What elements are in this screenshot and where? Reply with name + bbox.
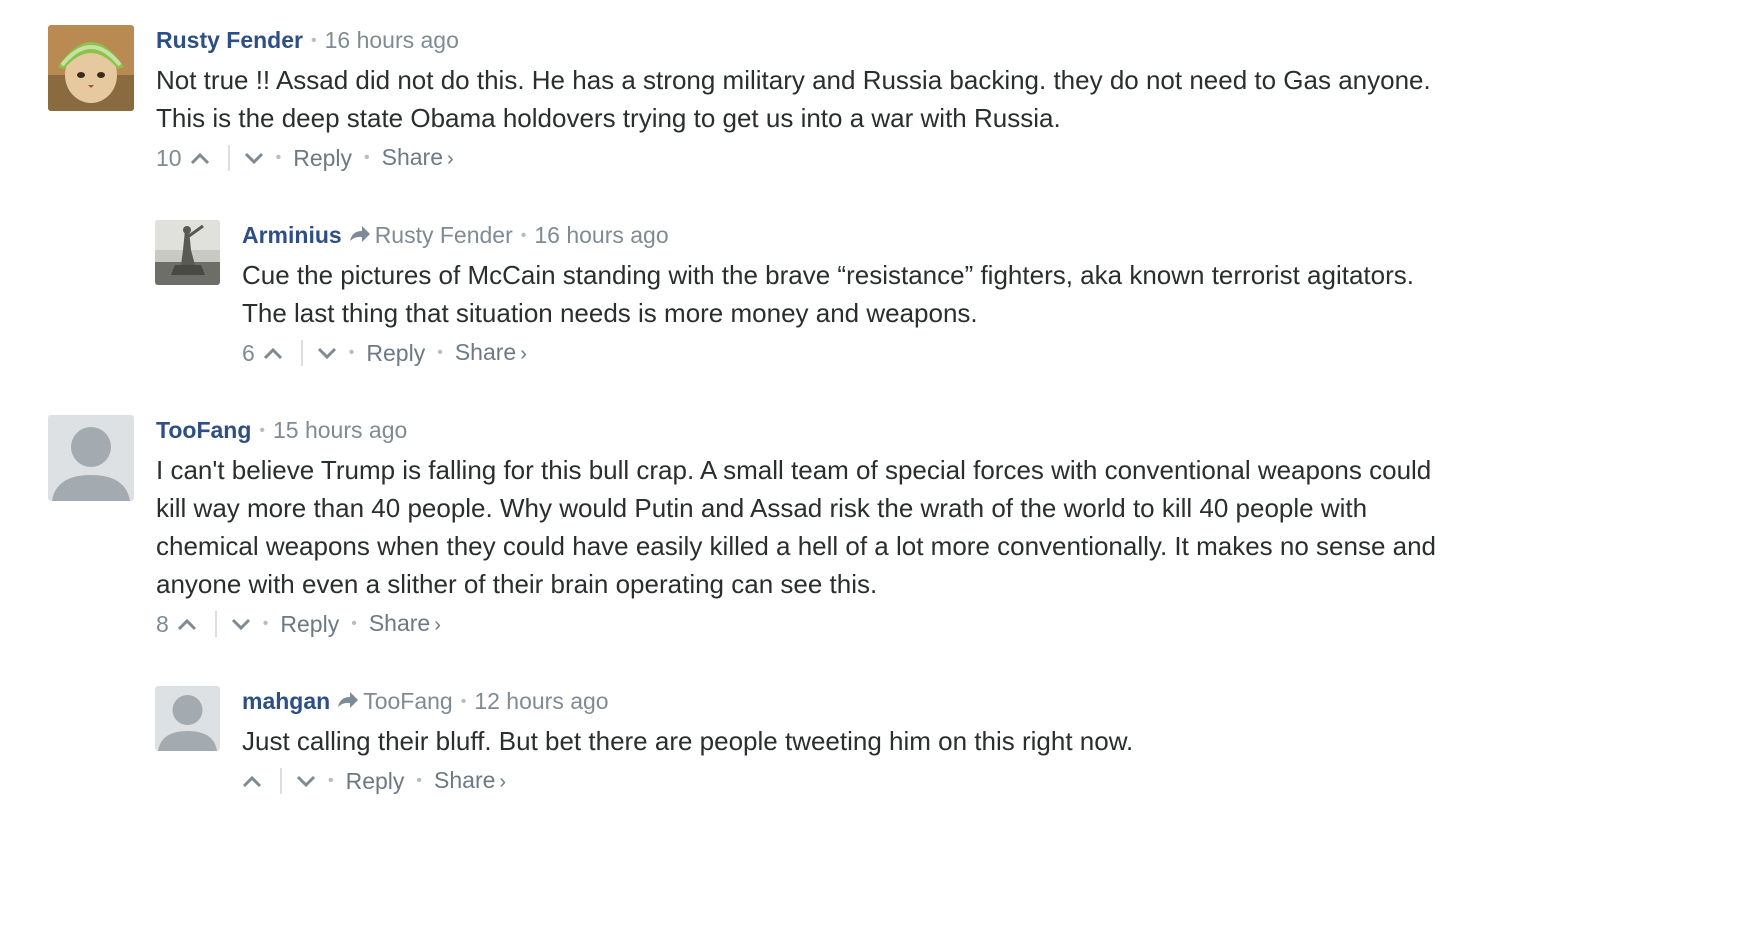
- avatar[interactable]: [155, 220, 220, 285]
- share-label: Share: [381, 144, 443, 170]
- reply-arrow-icon: [338, 692, 359, 708]
- reply-button[interactable]: Reply: [280, 609, 339, 639]
- comment-actions: 6 • Reply • Share ›: [242, 338, 1612, 368]
- share-button[interactable]: Share ›: [434, 765, 506, 797]
- timestamp[interactable]: 16 hours ago: [534, 222, 668, 248]
- chevron-up-icon: [190, 152, 209, 165]
- comment-header: TooFang • 15 hours ago: [156, 415, 1526, 445]
- comment-text: Just calling their bluff. But bet there …: [242, 722, 1612, 760]
- comment-actions: • Reply • Share ›: [242, 766, 1612, 796]
- chevron-right-icon: ›: [499, 771, 507, 793]
- statue-avatar-icon: [155, 220, 220, 285]
- downvote-button[interactable]: [317, 346, 337, 360]
- chevron-right-icon: ›: [447, 148, 454, 170]
- separator-dot: •: [275, 149, 282, 166]
- chevron-down-icon: [296, 775, 316, 788]
- share-label: Share: [454, 339, 517, 365]
- author-name[interactable]: TooFang: [156, 417, 251, 443]
- separator-dot: •: [364, 149, 370, 166]
- comment-header: mahgan TooFang • 12 hours ago: [242, 686, 1612, 716]
- comment-line: chemical weapons when they could have ea…: [156, 531, 1437, 561]
- share-label: Share: [368, 610, 431, 636]
- separator-dot: •: [348, 344, 355, 361]
- chevron-up-icon: [177, 618, 196, 631]
- comment-line: kill way more than 40 people. Why would …: [156, 493, 1368, 523]
- share-button[interactable]: Share ›: [382, 142, 454, 174]
- chevron-right-icon: ›: [520, 343, 527, 365]
- upvote-count: 8: [156, 611, 169, 637]
- vote-divider: [227, 145, 230, 171]
- comment-line: This is the deep state Obama holdovers t…: [156, 103, 1061, 133]
- comment-line: Not true !! Assad did not do this. He ha…: [156, 65, 1431, 95]
- vote-divider: [214, 611, 217, 637]
- comment-actions: 10 • Reply • Share ›: [156, 143, 1526, 173]
- comment-line: anyone with even a slither of their brai…: [156, 569, 878, 599]
- chevron-down-icon: [231, 618, 250, 631]
- reply-button[interactable]: Reply: [346, 766, 405, 796]
- comment-line: The last thing that situation needs is m…: [242, 298, 978, 328]
- author-name[interactable]: mahgan: [242, 688, 330, 714]
- chevron-up-icon: [242, 775, 262, 788]
- comment-line: Cue the pictures of McCain standing with…: [242, 260, 1414, 290]
- timestamp[interactable]: 15 hours ago: [273, 417, 407, 443]
- chevron-up-icon: [263, 347, 282, 360]
- upvote-count: 10: [156, 145, 182, 171]
- reply-button[interactable]: Reply: [293, 143, 352, 173]
- comment-text: Cue the pictures of McCain standing with…: [242, 256, 1612, 332]
- separator-dot: •: [328, 772, 334, 789]
- upvote-button[interactable]: [190, 151, 210, 165]
- share-button[interactable]: Share ›: [369, 608, 441, 640]
- avatar[interactable]: [48, 25, 134, 111]
- separator-dot: •: [310, 32, 317, 49]
- share-label: Share: [434, 767, 496, 793]
- share-button[interactable]: Share ›: [455, 337, 527, 369]
- separator-dot: •: [262, 615, 269, 632]
- chevron-down-icon: [317, 347, 336, 360]
- reply-arrow-icon: [349, 226, 370, 242]
- chevron-right-icon: ›: [434, 614, 441, 636]
- avatar[interactable]: [48, 415, 134, 501]
- downvote-button[interactable]: [231, 617, 251, 631]
- comment-text: I can't believe Trump is falling for thi…: [156, 451, 1526, 603]
- downvote-button[interactable]: [296, 774, 316, 788]
- timestamp[interactable]: 16 hours ago: [325, 27, 459, 53]
- upvote-button[interactable]: [242, 774, 262, 788]
- comment-line: I can't believe Trump is falling for thi…: [156, 455, 1432, 485]
- vote-divider: [280, 768, 282, 794]
- timestamp[interactable]: 12 hours ago: [474, 688, 608, 714]
- chevron-down-icon: [244, 152, 263, 165]
- reply-button[interactable]: Reply: [366, 338, 425, 368]
- author-name[interactable]: Arminius: [242, 222, 342, 248]
- parent-author[interactable]: TooFang: [363, 688, 453, 714]
- avatar[interactable]: [155, 686, 220, 751]
- default-user-avatar-icon: [48, 415, 134, 501]
- comment-text: Not true !! Assad did not do this. He ha…: [156, 61, 1526, 137]
- separator-dot: •: [416, 772, 423, 789]
- parent-author[interactable]: Rusty Fender: [375, 222, 513, 248]
- separator-dot: •: [460, 693, 467, 710]
- cat-with-melon-hat-avatar-icon: [48, 25, 134, 111]
- author-name[interactable]: Rusty Fender: [156, 27, 303, 53]
- comment-actions: 8 • Reply • Share ›: [156, 609, 1526, 639]
- separator-dot: •: [259, 422, 265, 439]
- default-user-avatar-icon: [155, 686, 220, 751]
- upvote-button[interactable]: [263, 346, 283, 360]
- upvote-count: 6: [242, 340, 255, 366]
- comment-header: Rusty Fender • 16 hours ago: [156, 25, 1526, 55]
- separator-dot: •: [351, 615, 357, 632]
- downvote-button[interactable]: [244, 151, 264, 165]
- comment-line: Just calling their bluff. But bet there …: [242, 726, 1134, 756]
- separator-dot: •: [520, 227, 527, 244]
- separator-dot: •: [437, 344, 443, 361]
- comment-header: Arminius Rusty Fender • 16 hours ago: [242, 220, 1612, 250]
- upvote-button[interactable]: [177, 617, 197, 631]
- vote-divider: [300, 340, 303, 366]
